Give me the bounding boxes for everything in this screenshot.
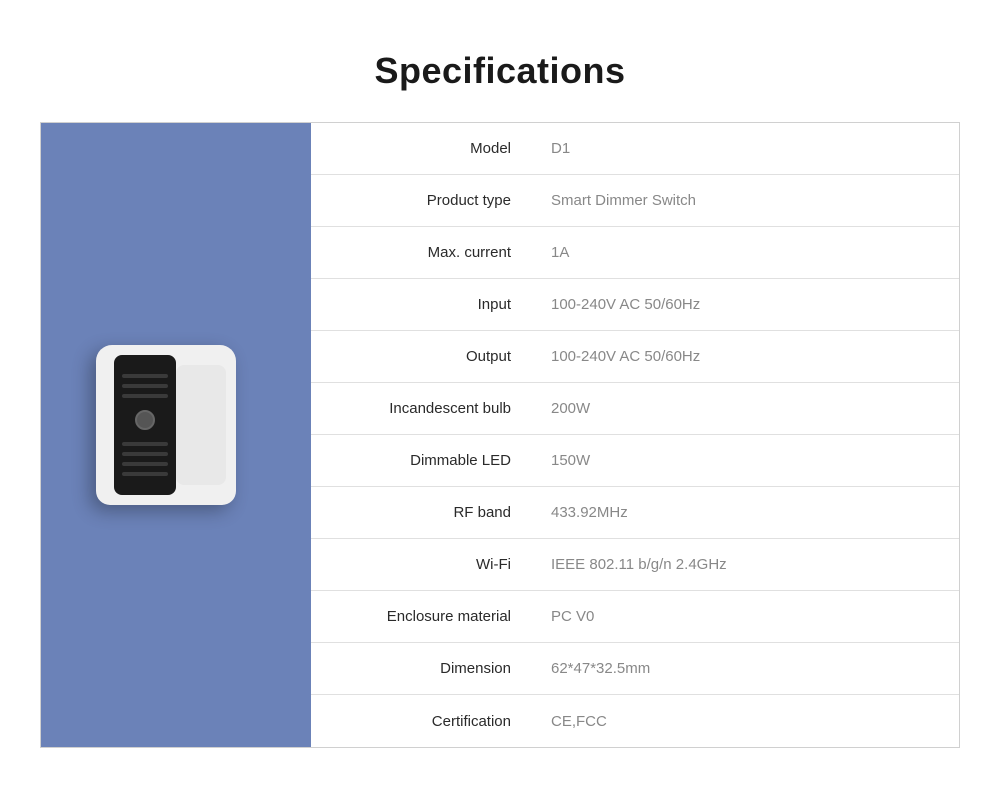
spec-label: Certification — [311, 699, 531, 744]
spec-label: Dimmable LED — [311, 438, 531, 483]
spec-value: 433.92MHz — [531, 490, 959, 535]
spec-row: Incandescent bulb200W — [311, 383, 959, 435]
vent-line-1 — [122, 374, 168, 378]
spec-label: Product type — [311, 178, 531, 223]
spec-row: Dimmable LED150W — [311, 435, 959, 487]
device-body — [96, 345, 236, 505]
vent-line-2 — [122, 384, 168, 388]
spec-value: 1A — [531, 230, 959, 275]
spec-row: Output100-240V AC 50/60Hz — [311, 331, 959, 383]
spec-value: Smart Dimmer Switch — [531, 178, 959, 223]
spec-value: 100-240V AC 50/60Hz — [531, 334, 959, 379]
spec-label: RF band — [311, 490, 531, 535]
spec-value: 100-240V AC 50/60Hz — [531, 282, 959, 327]
vent-line-3 — [122, 394, 168, 398]
spec-label: Model — [311, 126, 531, 171]
spec-label: Max. current — [311, 230, 531, 275]
spec-label: Incandescent bulb — [311, 386, 531, 431]
spec-row: CertificationCE,FCC — [311, 695, 959, 747]
device-lens — [135, 410, 155, 430]
page-container: Specifications — [20, 30, 980, 768]
vent-line-5 — [122, 452, 168, 456]
spec-row: Wi-FiIEEE 802.11 b/g/n 2.4GHz — [311, 539, 959, 591]
product-image-cell — [41, 123, 311, 747]
spec-row: Product typeSmart Dimmer Switch — [311, 175, 959, 227]
device-side-panel — [176, 365, 226, 485]
spec-row: ModelD1 — [311, 123, 959, 175]
specs-rows: ModelD1Product typeSmart Dimmer SwitchMa… — [311, 123, 959, 747]
spec-label: Output — [311, 334, 531, 379]
spec-label: Input — [311, 282, 531, 327]
spec-row: Enclosure materialPC V0 — [311, 591, 959, 643]
spec-row: Dimension62*47*32.5mm — [311, 643, 959, 695]
spec-label: Wi-Fi — [311, 542, 531, 587]
spec-row: RF band433.92MHz — [311, 487, 959, 539]
spec-label: Enclosure material — [311, 594, 531, 639]
product-illustration — [96, 345, 256, 525]
spec-value: CE,FCC — [531, 699, 959, 744]
spec-value: 150W — [531, 438, 959, 483]
device-front-panel — [114, 355, 176, 495]
spec-value: 200W — [531, 386, 959, 431]
spec-value: 62*47*32.5mm — [531, 646, 959, 691]
spec-row: Input100-240V AC 50/60Hz — [311, 279, 959, 331]
spec-row: Max. current1A — [311, 227, 959, 279]
spec-value: IEEE 802.11 b/g/n 2.4GHz — [531, 542, 959, 587]
vent-line-4 — [122, 442, 168, 446]
specs-table: ModelD1Product typeSmart Dimmer SwitchMa… — [40, 122, 960, 748]
vent-line-7 — [122, 472, 168, 476]
page-title: Specifications — [40, 50, 960, 92]
vent-line-6 — [122, 462, 168, 466]
spec-label: Dimension — [311, 646, 531, 691]
spec-value: D1 — [531, 126, 959, 171]
spec-value: PC V0 — [531, 594, 959, 639]
